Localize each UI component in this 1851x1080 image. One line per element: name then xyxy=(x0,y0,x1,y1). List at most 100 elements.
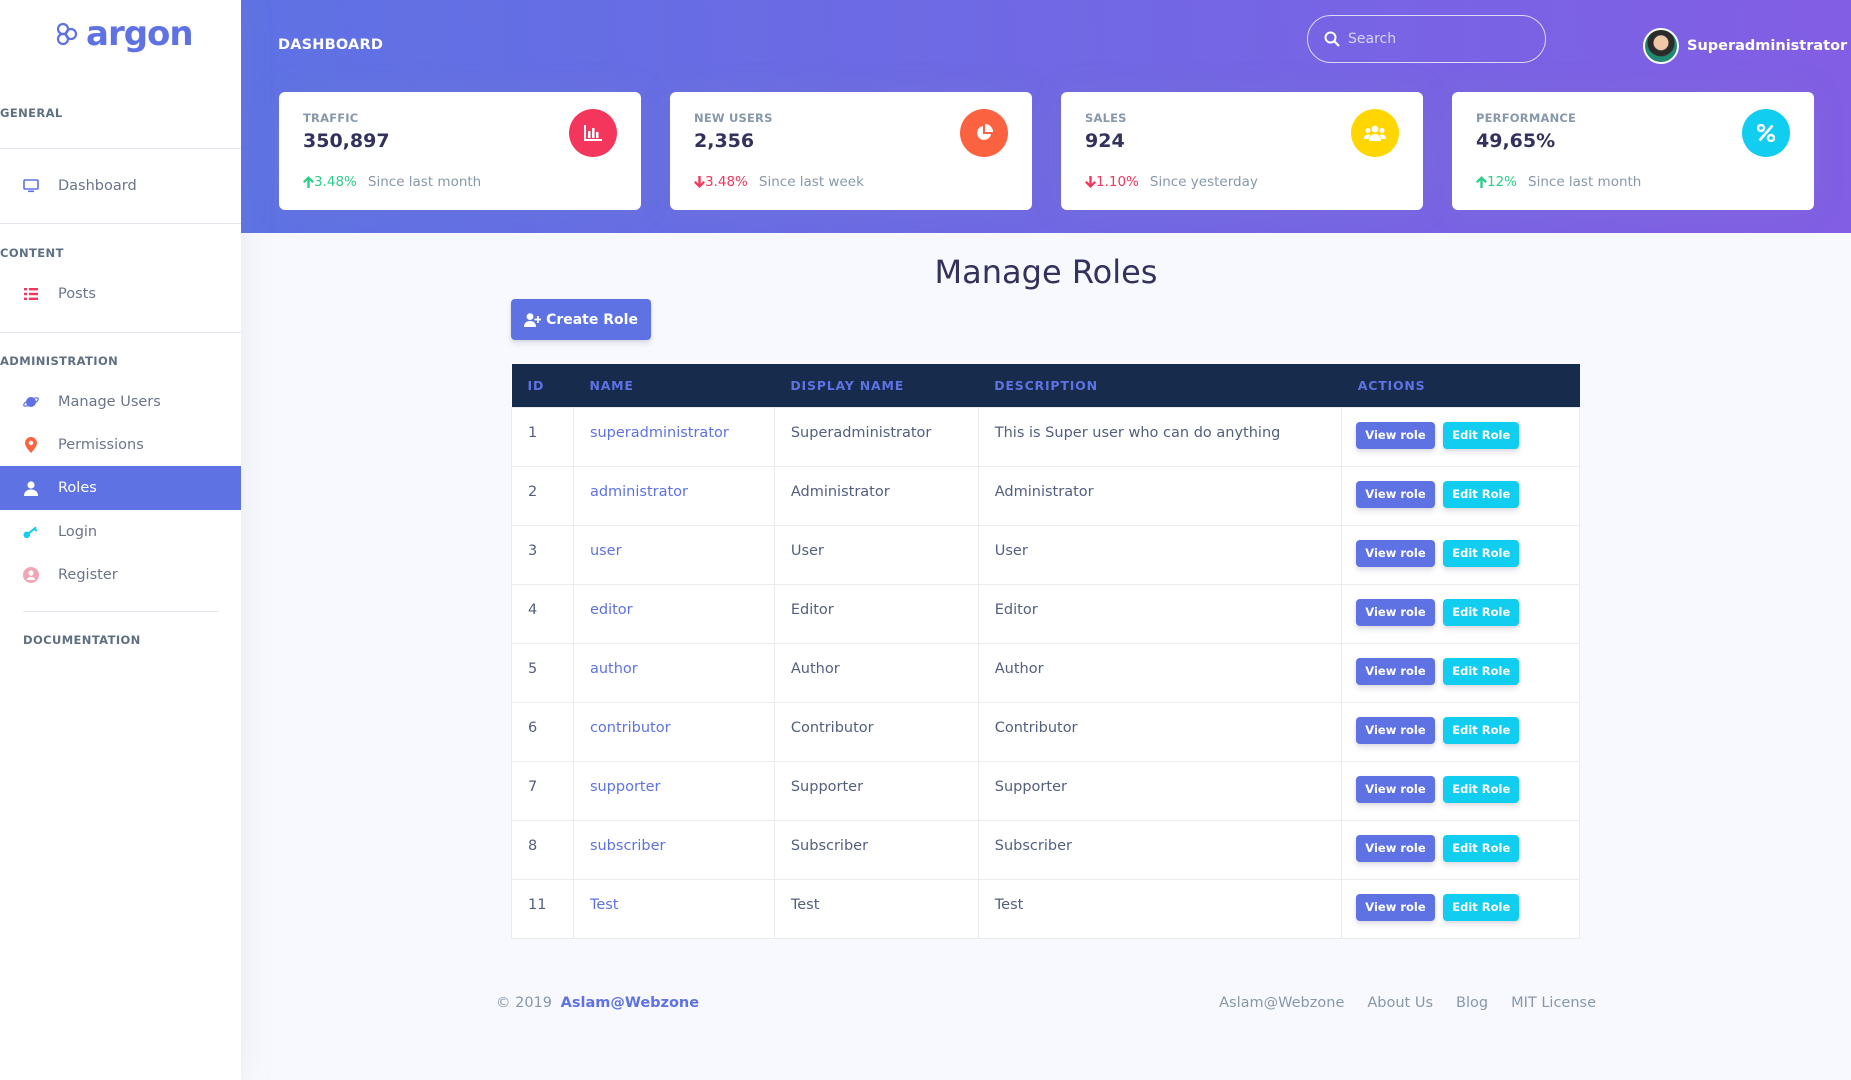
arrow-down-icon xyxy=(1085,176,1096,188)
stat-card-new-users: NEW USERS 2,356 3.48% Since last week xyxy=(670,92,1032,210)
cell-name[interactable]: Test xyxy=(572,878,775,939)
sidebar-item-permissions[interactable]: Permissions xyxy=(0,423,241,467)
card-pct: 3.48% xyxy=(314,174,357,190)
cell-id: 4 xyxy=(511,583,574,644)
sidebar-item-posts[interactable]: Posts xyxy=(0,272,241,316)
page-heading[interactable]: DASHBOARD xyxy=(278,37,383,53)
cell-description: Contributor xyxy=(977,701,1343,762)
search-box[interactable] xyxy=(1307,15,1546,63)
cell-description: Supporter xyxy=(977,760,1343,821)
edit-role-button[interactable]: Edit Role xyxy=(1443,421,1520,449)
card-pct: 3.48% xyxy=(705,174,748,190)
trend-up: 12% xyxy=(1476,174,1517,190)
card-since: Since yesterday xyxy=(1149,174,1258,190)
card-value: 2,356 xyxy=(694,130,755,152)
cell-name[interactable]: superadministrator xyxy=(572,406,775,467)
cell-name[interactable]: subscriber xyxy=(572,819,775,880)
footer-link-mit-license[interactable]: MIT License xyxy=(1511,995,1596,1011)
brand-logo[interactable]: argon xyxy=(54,14,194,54)
footer-brand-link[interactable]: Aslam@Webzone xyxy=(561,995,699,1011)
card-value: 924 xyxy=(1085,130,1125,152)
users-icon xyxy=(1351,109,1399,157)
sidebar: argon GENERAL Dashboard CONTENT Posts AD… xyxy=(0,0,241,1080)
sidebar-item-register[interactable]: Register xyxy=(0,553,241,597)
footer-link-about-us[interactable]: About Us xyxy=(1367,995,1433,1011)
table-row: 4 editor Editor Editor View role Edit Ro… xyxy=(511,583,1580,644)
view-role-button[interactable]: View role xyxy=(1356,893,1435,921)
view-role-button[interactable]: View role xyxy=(1356,716,1435,744)
cell-id: 8 xyxy=(511,819,574,880)
column-header-id: ID xyxy=(511,364,574,407)
view-role-button[interactable]: View role xyxy=(1356,421,1435,449)
table-row: 5 author Author Author View role Edit Ro… xyxy=(511,642,1580,703)
bar-chart-icon xyxy=(569,109,617,157)
divider xyxy=(0,148,241,149)
cell-display-name: User xyxy=(773,524,979,585)
view-role-button[interactable]: View role xyxy=(1356,834,1435,862)
sidebar-item-manage-users[interactable]: Manage Users xyxy=(0,380,241,424)
footer-link-blog[interactable]: Blog xyxy=(1456,995,1488,1011)
card-since: Since last week xyxy=(758,174,864,190)
cell-name[interactable]: supporter xyxy=(572,760,775,821)
card-footer: 12% Since last month xyxy=(1476,174,1641,190)
cell-actions: View role Edit Role xyxy=(1341,701,1580,762)
user-menu[interactable]: Superadministrator xyxy=(1643,28,1847,64)
edit-role-button[interactable]: Edit Role xyxy=(1443,834,1520,862)
sidebar-item-dashboard[interactable]: Dashboard xyxy=(0,164,241,208)
card-label: TRAFFIC xyxy=(303,111,359,125)
edit-role-button[interactable]: Edit Role xyxy=(1443,716,1520,744)
sidebar-item-label: Manage Users xyxy=(58,394,161,410)
stat-card-traffic: TRAFFIC 350,897 3.48% Since last month xyxy=(279,92,641,210)
card-pct: 12% xyxy=(1487,174,1518,190)
search-icon xyxy=(1324,31,1340,47)
sidebar-item-login[interactable]: Login xyxy=(0,510,241,554)
cell-name[interactable]: editor xyxy=(572,583,775,644)
monitor-icon xyxy=(23,178,39,194)
sidebar-item-label: Dashboard xyxy=(58,178,137,194)
planet-icon xyxy=(23,394,39,410)
arrow-down-icon xyxy=(694,176,705,188)
cell-name[interactable]: user xyxy=(572,524,775,585)
key-icon xyxy=(23,524,39,540)
edit-role-button[interactable]: Edit Role xyxy=(1443,893,1520,921)
create-role-label: Create Role xyxy=(546,311,638,328)
edit-role-button[interactable]: Edit Role xyxy=(1443,598,1520,626)
card-label: SALES xyxy=(1085,111,1127,125)
user-name: Superadministrator xyxy=(1687,38,1848,54)
edit-role-button[interactable]: Edit Role xyxy=(1443,657,1520,685)
arrow-up-icon xyxy=(303,176,314,188)
sidebar-item-roles[interactable]: Roles xyxy=(0,466,241,510)
cell-name[interactable]: contributor xyxy=(572,701,775,762)
search-input[interactable] xyxy=(1348,31,1528,47)
pin-icon xyxy=(23,437,39,453)
circle-user-icon xyxy=(23,567,39,583)
view-role-button[interactable]: View role xyxy=(1356,775,1435,803)
edit-role-button[interactable]: Edit Role xyxy=(1443,539,1520,567)
heading-documentation[interactable]: DOCUMENTATION xyxy=(23,633,141,647)
cell-display-name: Subscriber xyxy=(773,819,979,880)
cell-actions: View role Edit Role xyxy=(1341,465,1580,526)
copyright-text: © 2019 xyxy=(496,995,553,1011)
pie-chart-icon xyxy=(960,109,1008,157)
footer-link-aslam-webzone[interactable]: Aslam@Webzone xyxy=(1219,995,1344,1011)
edit-role-button[interactable]: Edit Role xyxy=(1443,480,1520,508)
user-plus-icon xyxy=(524,312,542,327)
user-icon xyxy=(23,480,39,496)
divider xyxy=(23,611,218,612)
cell-name[interactable]: author xyxy=(572,642,775,703)
view-role-button[interactable]: View role xyxy=(1356,598,1435,626)
avatar xyxy=(1643,28,1679,64)
view-role-button[interactable]: View role xyxy=(1356,480,1435,508)
table-row: 6 contributor Contributor Contributor Vi… xyxy=(511,701,1580,762)
view-role-button[interactable]: View role xyxy=(1356,657,1435,685)
heading-administration: ADMINISTRATION xyxy=(0,354,119,368)
cell-description: Test xyxy=(977,878,1343,939)
stat-card-sales: SALES 924 1.10% Since yesterday xyxy=(1061,92,1423,210)
edit-role-button[interactable]: Edit Role xyxy=(1443,775,1520,803)
heading-content: CONTENT xyxy=(0,246,64,260)
footer-links: Aslam@Webzone About Us Blog MIT License xyxy=(1196,995,1596,1011)
cell-name[interactable]: administrator xyxy=(572,465,775,526)
view-role-button[interactable]: View role xyxy=(1356,539,1435,567)
create-role-button[interactable]: Create Role xyxy=(511,299,651,340)
argon-logo-icon xyxy=(56,22,78,46)
